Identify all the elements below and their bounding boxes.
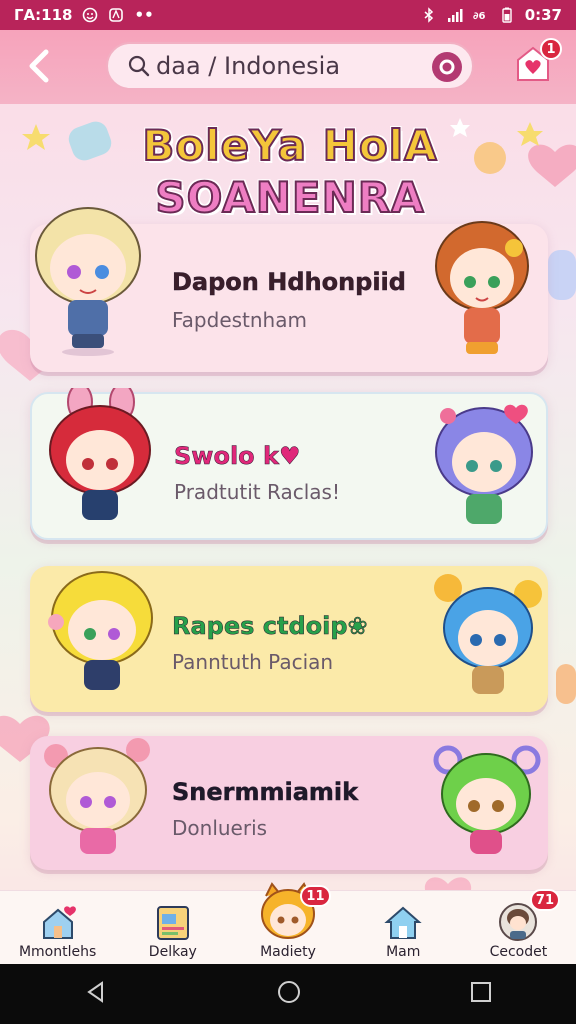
- search-input[interactable]: [156, 52, 436, 80]
- nav-badge: 71: [529, 889, 561, 911]
- notifications-button[interactable]: 1: [514, 38, 562, 88]
- card-subtitle: Pradtutit Raclas!: [174, 480, 340, 504]
- card-subtitle: Panntuth Pacian: [172, 650, 334, 674]
- card-name: Snermmiamik: [172, 778, 359, 807]
- header-bar: 1: [0, 30, 576, 104]
- character-avatar-blue: [434, 574, 542, 694]
- more-notifications-icon: ••: [134, 6, 154, 24]
- face-decoration: [474, 142, 506, 174]
- system-recents-button[interactable]: [470, 981, 492, 1007]
- star-decoration: [450, 118, 470, 137]
- data-icon: ∂6: [473, 11, 485, 22]
- bluetooth-icon: [424, 7, 433, 23]
- voice-search-button[interactable]: [432, 52, 462, 82]
- nav-label: Mmontlehs: [18, 944, 97, 960]
- bottom-navigation: Mmontlehs Delkay Madiety 11 Mam Cecodet …: [0, 882, 576, 964]
- nav-label: Cecodet: [489, 944, 548, 960]
- circle-icon: [439, 59, 455, 75]
- search-bar[interactable]: [106, 42, 474, 90]
- search-icon: [128, 55, 150, 77]
- battery-icon: [501, 7, 512, 23]
- heart-decoration: [425, 877, 471, 890]
- nav-label: Mam: [386, 944, 421, 960]
- cloud-decoration: [68, 121, 112, 161]
- nav-item-madiety[interactable]: Madiety 11: [230, 882, 345, 964]
- character-avatar-orange: [435, 221, 529, 354]
- back-button[interactable]: [20, 46, 60, 86]
- character-avatar-yellow: [48, 571, 153, 690]
- status-time-right: 0:37: [524, 6, 562, 24]
- character-avatar-blonde: [35, 207, 141, 356]
- signal-icon: [447, 9, 463, 22]
- character-avatar-blue-purple: [435, 404, 533, 524]
- nav-item-mam[interactable]: Mam: [346, 891, 461, 964]
- character-avatar-cream: [44, 738, 150, 854]
- heart-decoration: [528, 144, 576, 187]
- house-icon: [384, 906, 422, 939]
- nav-item-daily[interactable]: Delkay: [115, 891, 230, 964]
- system-navigation-bar: [0, 964, 576, 1024]
- card-name: Swolo k♥: [174, 442, 301, 471]
- avatar: [499, 903, 538, 941]
- nav-badge: 11: [300, 885, 331, 907]
- bubble-decoration: [556, 664, 576, 704]
- square-recents-icon: [471, 982, 491, 1002]
- card-subtitle: Donlueris: [172, 816, 268, 840]
- notification-badge: 1: [540, 38, 562, 60]
- card-name: Rapes ctdoip❀: [172, 612, 368, 641]
- nav-label: Madiety: [260, 944, 316, 960]
- nav-item-profile[interactable]: Cecodet 71: [461, 889, 576, 964]
- calendar-icon: [156, 906, 189, 940]
- title-line-2: SOANENRA: [154, 172, 425, 223]
- status-time-left: ГА:118: [14, 6, 73, 24]
- character-avatar-red-bunny: [49, 388, 151, 520]
- system-home-button[interactable]: [276, 979, 302, 1009]
- title-line-1: BoleYa HolA: [141, 120, 438, 171]
- character-avatar-green: [433, 745, 541, 854]
- nav-label: Delkay: [148, 944, 197, 960]
- circle-home-icon: [278, 981, 300, 1003]
- house-heart-icon: [42, 906, 76, 939]
- nav-item-home[interactable]: Mmontlehs: [0, 891, 115, 964]
- status-bar: ГА:118 •• ∂6 0:37: [0, 0, 576, 30]
- app-notification-icon: [109, 8, 124, 22]
- svg-text:∂6: ∂6: [473, 11, 485, 22]
- star-decoration: [517, 122, 543, 146]
- system-back-button[interactable]: [84, 980, 108, 1008]
- card-subtitle: Fapdestnham: [172, 308, 307, 332]
- bubble-decoration: [548, 250, 576, 300]
- triangle-back-icon: [87, 981, 103, 1003]
- card-name: Dapon Hdhonpiid: [172, 268, 406, 297]
- smiley-icon: [83, 7, 98, 23]
- chevron-left-icon: [29, 49, 49, 83]
- star-decoration: [22, 124, 50, 150]
